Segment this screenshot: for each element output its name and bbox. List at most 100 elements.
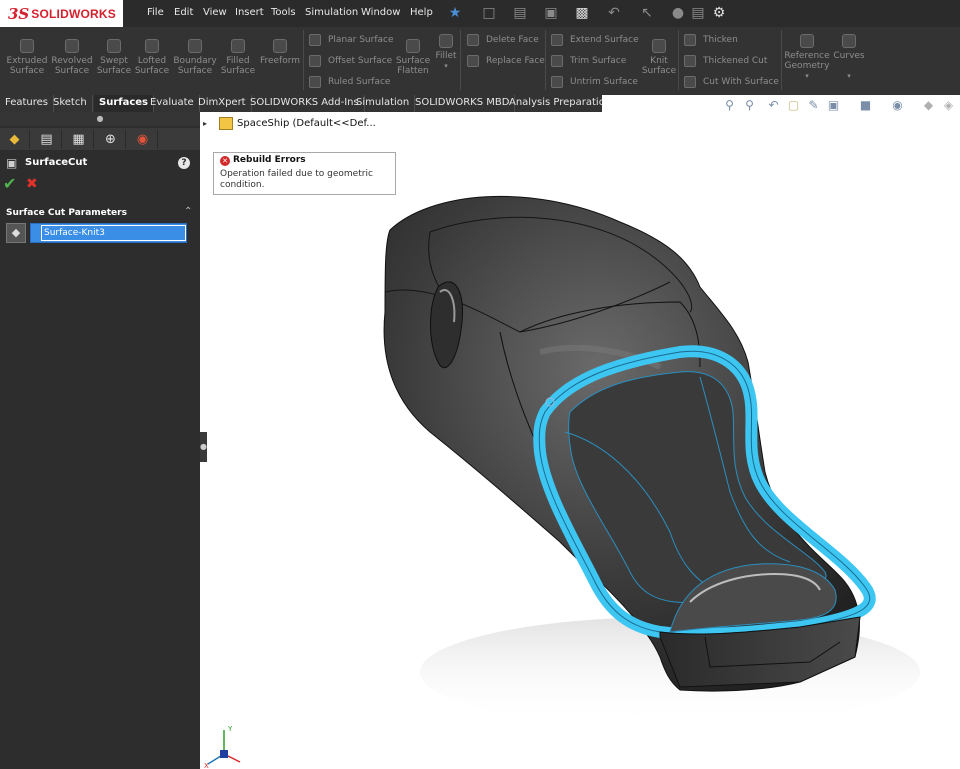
configurationmanager-tab-icon[interactable]: ▦: [64, 130, 94, 149]
display-style-icon[interactable]: ■: [858, 98, 873, 112]
cutting-surface-selection-field[interactable]: Surface-Knit3: [30, 223, 187, 243]
fillet-dropdown-icon[interactable]: ▾: [444, 62, 448, 70]
thickened-cut-button[interactable]: Thickened Cut: [684, 55, 767, 67]
tree-expand-arrow-icon[interactable]: ▸: [203, 119, 207, 128]
error-title: Rebuild Errors: [233, 155, 306, 165]
offset-surface-button[interactable]: Offset Surface: [309, 55, 392, 67]
thicken-button[interactable]: Thicken: [684, 34, 738, 46]
knit-surface-button[interactable]: Knit Surface: [640, 39, 678, 76]
save-icon[interactable]: ▣: [543, 5, 559, 21]
boundary-surface-label: Boundary: [173, 56, 217, 66]
boundary-surface-button[interactable]: Boundary Surface: [172, 39, 218, 76]
zoom-to-area-icon[interactable]: ⚲: [742, 98, 757, 112]
extend-surface-button[interactable]: Extend Surface: [551, 34, 639, 46]
error-message: Operation failed due to geometric condit…: [220, 169, 373, 190]
delete-face-button[interactable]: Delete Face: [467, 34, 539, 46]
surface-flatten-label-2: Flatten: [397, 66, 429, 76]
trim-surface-label: Trim Surface: [570, 56, 627, 66]
pin-icon[interactable]: ★: [447, 5, 463, 21]
ok-button[interactable]: ✔: [3, 176, 19, 192]
swept-surface-button[interactable]: Swept Surface: [94, 39, 134, 76]
replace-face-button[interactable]: Replace Face: [467, 55, 545, 67]
open-icon[interactable]: ▤: [512, 5, 528, 21]
panel-grip-handle[interactable]: ●: [0, 112, 200, 126]
previous-view-icon[interactable]: ↶: [766, 98, 781, 112]
menu-tools[interactable]: Tools: [271, 7, 296, 18]
curves-dropdown-icon[interactable]: ▾: [847, 72, 851, 80]
propertymanager-tab-icon[interactable]: ▤: [32, 130, 62, 149]
surface-selection-icon: ◆: [6, 223, 26, 243]
freeform-button[interactable]: Freeform: [258, 39, 302, 66]
extruded-surface-button[interactable]: Extruded Surface: [6, 39, 48, 76]
feature-tree-root[interactable]: SpaceShip (Default<<Def...: [237, 118, 376, 129]
select-icon[interactable]: ↖: [639, 5, 655, 21]
options-icon[interactable]: ⚙: [711, 5, 727, 21]
surface-flatten-button[interactable]: Surface Flatten: [393, 39, 433, 76]
menu-help[interactable]: Help: [410, 7, 433, 18]
replace-face-icon: [467, 55, 479, 67]
untrim-surface-button[interactable]: Untrim Surface: [551, 76, 638, 88]
panel-collapse-handle[interactable]: ●: [200, 432, 207, 462]
displaymanager-tab-icon[interactable]: ◉: [128, 130, 158, 149]
file-properties-icon[interactable]: ▤: [690, 5, 706, 21]
undo-icon[interactable]: ↶: [606, 5, 622, 21]
lofted-surface-button[interactable]: Lofted Surface: [133, 39, 171, 76]
cut-with-surface-button[interactable]: Cut With Surface: [684, 76, 779, 88]
revolved-surface-button[interactable]: Revolved Surface: [51, 39, 93, 76]
dynamic-annotation-icon[interactable]: ✎: [806, 98, 821, 112]
reference-geometry-dropdown-icon[interactable]: ▾: [805, 72, 809, 80]
tab-analysis-preparation[interactable]: Analysis Preparation: [504, 95, 618, 112]
edit-appearance-icon[interactable]: ◆: [921, 98, 936, 112]
delete-face-icon: [467, 34, 479, 46]
hide-show-items-icon[interactable]: ◉: [890, 98, 905, 112]
zoom-to-fit-icon[interactable]: ⚲: [722, 98, 737, 112]
manager-tabs: ◆ ▤ ▦ ⊕ ◉: [0, 128, 200, 150]
svg-text:Y: Y: [227, 725, 233, 733]
menu-bar: 3S SOLIDWORKS File Edit View Insert Tool…: [0, 0, 960, 27]
tab-simulation[interactable]: Simulation: [351, 95, 416, 112]
extend-surface-icon: [551, 34, 563, 46]
selected-surface-value[interactable]: Surface-Knit3: [41, 225, 186, 241]
brand-name: SOLIDWORKS: [31, 6, 116, 21]
ribbon-separator: [460, 30, 461, 90]
print-icon[interactable]: ▩: [574, 5, 590, 21]
fillet-button[interactable]: Fillet ▾: [434, 34, 458, 71]
apply-scene-icon[interactable]: ◈: [941, 98, 956, 112]
section-view-icon[interactable]: ▢: [786, 98, 801, 112]
new-icon[interactable]: □: [481, 5, 497, 21]
cancel-button[interactable]: ✖: [26, 176, 40, 192]
help-icon[interactable]: ?: [178, 157, 190, 169]
curves-button[interactable]: Curves ▾: [832, 34, 866, 81]
spaceship-model-3d[interactable]: [200, 112, 960, 769]
menu-simulation[interactable]: Simulation: [305, 7, 358, 18]
reference-geometry-button[interactable]: Reference Geometry ▾: [784, 34, 830, 81]
menu-file[interactable]: File: [147, 7, 164, 18]
menu-view[interactable]: View: [203, 7, 227, 18]
view-orientation-icon[interactable]: ▣: [826, 98, 841, 112]
rebuild-icon[interactable]: ●: [670, 5, 686, 21]
ruled-surface-button[interactable]: Ruled Surface: [309, 76, 390, 88]
menu-window[interactable]: Window: [361, 7, 400, 18]
trim-surface-button[interactable]: Trim Surface: [551, 55, 626, 67]
extruded-surface-icon: [20, 39, 34, 53]
tab-features[interactable]: Features: [0, 95, 54, 112]
featuremanager-tab-icon[interactable]: ◆: [0, 130, 30, 149]
error-icon: ✕: [220, 156, 230, 166]
tab-evaluate[interactable]: Evaluate: [145, 95, 200, 112]
tab-sketch[interactable]: Sketch: [48, 95, 93, 112]
tab-solidworks-mbd[interactable]: SOLIDWORKS MBD: [410, 95, 516, 112]
planar-surface-button[interactable]: Planar Surface: [309, 34, 394, 46]
cut-with-surface-icon: [684, 76, 696, 88]
menu-insert[interactable]: Insert: [235, 7, 264, 18]
graphics-area[interactable]: [200, 112, 960, 769]
offset-surface-label: Offset Surface: [328, 56, 393, 66]
tab-dimxpert[interactable]: DimXpert: [193, 95, 252, 112]
surface-cut-parameters-header[interactable]: Surface Cut Parameters ⌃: [0, 205, 200, 223]
filled-surface-button[interactable]: Filled Surface: [219, 39, 257, 76]
solidworks-logo[interactable]: 3S SOLIDWORKS: [0, 0, 123, 27]
dimxpertmanager-tab-icon[interactable]: ⊕: [96, 130, 126, 149]
tab-solidworks-add-ins[interactable]: SOLIDWORKS Add-Ins: [245, 95, 365, 112]
chevron-up-icon[interactable]: ⌃: [184, 206, 192, 217]
menu-edit[interactable]: Edit: [174, 7, 193, 18]
ribbon-separator: [781, 30, 782, 90]
